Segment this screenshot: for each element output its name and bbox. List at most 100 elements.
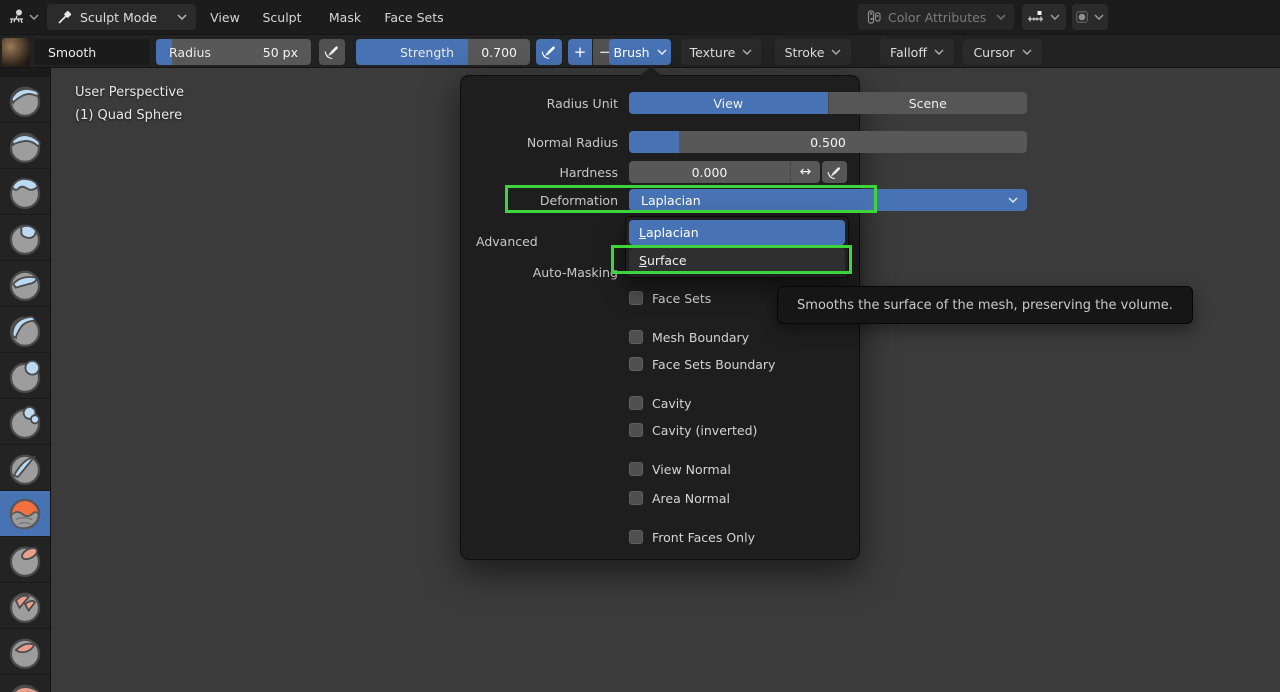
radius-slider[interactable]: Radius 50 px — [156, 39, 311, 65]
blender-window: Sculpt Mode View Sculpt Mask Face Sets C… — [0, 0, 1280, 692]
falloff-curve-preset-button[interactable] — [1022, 4, 1066, 30]
checkbox-row-face-sets-boundary: Face Sets Boundary — [629, 356, 775, 372]
chevron-down-icon — [29, 14, 39, 20]
brush-inflate[interactable] — [0, 353, 50, 398]
fill-brush-icon — [9, 592, 41, 623]
brush-smooth-selected[interactable] — [0, 491, 50, 536]
normal-radius-slider[interactable]: 0.500 — [629, 131, 1027, 153]
checkbox-row-area-normal: Area Normal — [629, 490, 730, 506]
menu-item-laplacian[interactable]: Laplacian — [629, 220, 845, 245]
face-sets-boundary-checkbox[interactable] — [629, 357, 643, 371]
area-normal-checkbox[interactable] — [629, 491, 643, 505]
brush-draw-sharp[interactable] — [0, 123, 50, 168]
brush-blob[interactable] — [0, 399, 50, 444]
strength-slider[interactable]: Strength 0.700 — [356, 39, 530, 65]
brush-toolbar — [0, 68, 51, 692]
color-attributes-selector[interactable]: Color Attributes — [858, 4, 1014, 30]
stylus-pressure-icon — [324, 45, 339, 60]
cavity-checkbox[interactable] — [629, 396, 643, 410]
popover-texture[interactable]: Texture — [681, 39, 761, 65]
mode-selector-dropdown[interactable]: Sculpt Mode — [47, 4, 196, 30]
radius-unit-view-option[interactable]: View — [629, 92, 828, 114]
brush-fill[interactable] — [0, 583, 50, 628]
popover-stroke[interactable]: Stroke — [775, 39, 851, 65]
sculpt-mode-icon — [58, 10, 72, 24]
draw-brush-icon — [9, 86, 41, 117]
draw-sharp-brush-icon — [9, 129, 42, 163]
brush-crease[interactable] — [0, 445, 50, 490]
layer-brush-icon — [6, 312, 41, 347]
scrape-brush-icon — [9, 638, 41, 669]
popover-falloff[interactable]: Falloff — [880, 39, 954, 65]
unified-hardness-icon[interactable]: ↔ — [790, 161, 820, 183]
chevron-down-icon — [656, 49, 667, 55]
checkbox-row-cavity: Cavity — [629, 395, 692, 411]
brush-clay-strips[interactable] — [0, 215, 50, 260]
brush-name-field[interactable]: Smooth — [34, 39, 150, 65]
hardness-slider[interactable]: 0.000 ↔ — [629, 161, 820, 183]
checkbox-row-cavity-inverted: Cavity (inverted) — [629, 422, 757, 438]
brush-flatten[interactable] — [0, 537, 50, 582]
inflate-brush-icon — [9, 359, 41, 393]
advanced-section-label: Advanced — [476, 234, 538, 249]
brush-multiplane-scrape[interactable] — [0, 675, 50, 692]
menu-sculpt[interactable]: Sculpt — [252, 4, 312, 30]
strength-pressure-toggle[interactable] — [536, 39, 562, 65]
brush-draw[interactable] — [0, 77, 50, 122]
crease-brush-icon — [9, 454, 41, 485]
checkbox-row-face-sets: Face Sets — [629, 290, 711, 306]
popover-brush[interactable]: Brush — [609, 39, 671, 65]
view-perspective-label: User Perspective — [75, 85, 185, 100]
brush-clay[interactable] — [0, 169, 50, 214]
face-sets-checkbox[interactable] — [629, 291, 643, 305]
add-brush-button[interactable]: + — [568, 39, 592, 65]
clay-thumb-brush-icon — [9, 270, 41, 301]
popover-cursor[interactable]: Cursor — [963, 39, 1042, 65]
brush-layer[interactable] — [0, 307, 50, 352]
radius-pressure-toggle[interactable] — [319, 39, 345, 65]
menu-face-sets[interactable]: Face Sets — [376, 4, 452, 30]
smooth-brush-icon — [9, 498, 41, 529]
clay-strips-brush-icon — [9, 224, 41, 255]
highlight-box-surface-option — [611, 245, 852, 274]
editor-type-button[interactable] — [4, 4, 46, 30]
chevron-down-icon — [1050, 14, 1060, 20]
chevron-down-icon — [1021, 49, 1032, 55]
cavity-inverted-checkbox[interactable] — [629, 423, 643, 437]
active-object-label: (1) Quad Sphere — [75, 108, 183, 123]
radius-unit-scene-option[interactable]: Scene — [827, 92, 1027, 114]
menu-view[interactable]: View — [202, 4, 248, 30]
surface-option-tooltip: Smooths the surface of the mesh, preserv… — [777, 286, 1193, 324]
front-faces-only-checkbox[interactable] — [629, 530, 643, 544]
chevron-down-icon — [742, 49, 753, 55]
brush-scrape[interactable] — [0, 629, 50, 674]
radius-unit-toggle: View Scene — [629, 92, 1027, 114]
chevron-down-icon — [177, 14, 187, 20]
mesh-boundary-checkbox[interactable] — [629, 330, 643, 344]
clay-brush-icon — [9, 177, 41, 209]
color-attribute-icon — [867, 10, 881, 24]
chevron-down-icon — [831, 49, 842, 55]
chevron-down-icon — [1094, 14, 1104, 20]
hardness-label: Hardness — [559, 164, 618, 180]
brush-cursor-icon — [1076, 11, 1088, 23]
hardness-pressure-toggle[interactable] — [822, 161, 847, 183]
normal-radius-label: Normal Radius — [526, 134, 618, 150]
mode-label: Sculpt Mode — [80, 9, 158, 25]
flatten-brush-icon — [9, 546, 41, 577]
brush-display-button[interactable] — [1072, 4, 1108, 30]
checkbox-row-view-normal: View Normal — [629, 461, 731, 477]
top-header: Sculpt Mode View Sculpt Mask Face Sets C… — [0, 0, 1280, 34]
tool-settings-bar: Smooth Radius 50 px Strength 0.700 + − B… — [0, 34, 1280, 68]
view-normal-checkbox[interactable] — [629, 462, 643, 476]
blob-brush-icon — [9, 405, 41, 439]
viewport-info-overlay: User Perspective (1) Quad Sphere — [75, 81, 184, 127]
chevron-down-icon — [934, 49, 944, 55]
menu-mask[interactable]: Mask — [318, 4, 372, 30]
highlight-box-deformation-row — [505, 185, 877, 213]
falloff-curve-icon — [1028, 10, 1043, 21]
brush-thumbnail[interactable] — [2, 38, 30, 66]
checkbox-row-front-faces-only: Front Faces Only — [629, 529, 755, 545]
brush-clay-thumb[interactable] — [0, 261, 50, 306]
stylus-pressure-icon — [541, 45, 556, 60]
